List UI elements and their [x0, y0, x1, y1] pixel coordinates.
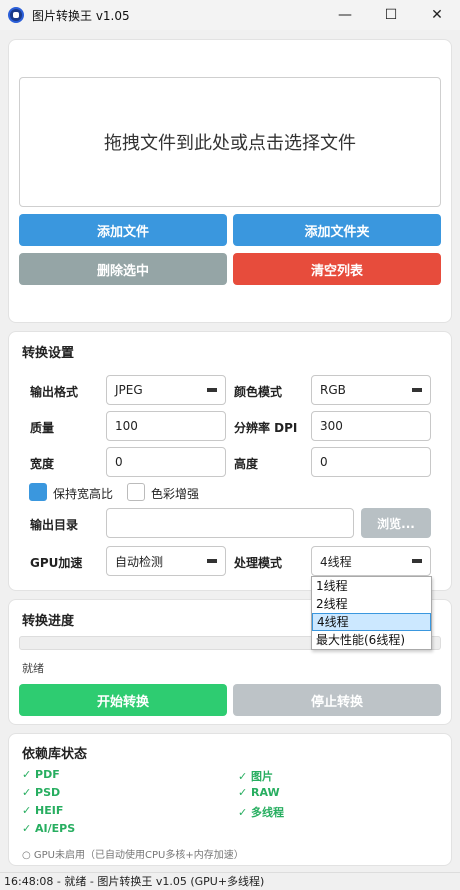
status-bar: 16:48:08 - 就绪 - 图片转换王 v1.05 (GPU+多线程)	[0, 872, 460, 890]
progress-status: 就绪	[22, 662, 44, 675]
height-value: 0	[320, 455, 328, 469]
stop-convert-button[interactable]: 停止转换	[233, 684, 441, 716]
mode-option[interactable]: 最大性能(6线程)	[312, 631, 431, 649]
output-format-value: JPEG	[115, 383, 143, 397]
deps-title: 依赖库状态	[22, 747, 88, 762]
output-dir-label: 输出目录	[30, 518, 79, 532]
title-bar: 图片转换王 v1.05 — ☐ ✕	[0, 0, 460, 30]
progress-title: 转换进度	[22, 614, 75, 629]
settings-title: 转换设置	[22, 346, 75, 361]
browse-button[interactable]: 浏览...	[361, 508, 431, 538]
height-label: 高度	[234, 457, 259, 471]
delete-selected-button[interactable]: 删除选中	[19, 253, 227, 285]
color-mode-value: RGB	[320, 383, 346, 397]
width-label: 宽度	[30, 457, 55, 471]
output-format-select[interactable]: JPEG	[106, 375, 226, 405]
mode-option[interactable]: 2线程	[312, 595, 431, 613]
dpi-label: 分辨率 DPI	[234, 421, 298, 435]
mode-option[interactable]: 1线程	[312, 577, 431, 595]
output-dir-input[interactable]	[106, 508, 354, 538]
gpu-value: 自动检测	[115, 554, 164, 569]
minimize-icon[interactable]: —	[322, 0, 368, 30]
app-logo-icon	[8, 7, 24, 23]
start-convert-button[interactable]: 开始转换	[19, 684, 227, 716]
quality-label: 质量	[30, 421, 55, 435]
dropdown-arrow-icon	[412, 559, 422, 563]
gpu-select[interactable]: 自动检测	[106, 546, 226, 576]
dep-status-item: ✓ 图片	[238, 770, 274, 783]
width-input[interactable]: 0	[106, 447, 226, 477]
mode-label: 处理模式	[234, 556, 283, 570]
gpu-note: ○ GPU未启用（已自动使用CPU多核+内存加速）	[22, 850, 244, 861]
keep-ratio-label: 保持宽高比	[53, 487, 114, 501]
add-file-button[interactable]: 添加文件	[19, 214, 227, 246]
height-input[interactable]: 0	[311, 447, 431, 477]
file-dropzone[interactable]: 拖拽文件到此处或点击选择文件	[19, 77, 441, 207]
maximize-icon[interactable]: ☐	[368, 0, 414, 30]
dpi-input[interactable]: 300	[311, 411, 431, 441]
mode-select[interactable]: 4线程	[311, 546, 431, 576]
dpi-value: 300	[320, 419, 343, 433]
gpu-label: GPU加速	[30, 556, 83, 570]
dropdown-arrow-icon	[207, 388, 217, 392]
dep-status-item: ✓ PSD	[22, 786, 61, 799]
color-mode-label: 颜色模式	[234, 385, 283, 399]
dropdown-arrow-icon	[207, 559, 217, 563]
width-value: 0	[115, 455, 123, 469]
dep-status-item: ✓ 多线程	[238, 806, 285, 819]
quality-value: 100	[115, 419, 138, 433]
close-icon[interactable]: ✕	[414, 0, 460, 30]
clear-list-button[interactable]: 清空列表	[233, 253, 441, 285]
dep-status-item: ✓ PDF	[22, 768, 60, 781]
window-controls: — ☐ ✕	[322, 0, 460, 30]
dep-status-item: ✓ AI/EPS	[22, 822, 76, 835]
dep-status-item: ✓ RAW	[238, 786, 280, 799]
mode-dropdown-list: 1线程 2线程 4线程 最大性能(6线程)	[311, 576, 432, 650]
output-format-label: 输出格式	[30, 385, 79, 399]
window-title: 图片转换王 v1.05	[32, 8, 130, 23]
color-enhance-label: 色彩增强	[151, 487, 200, 501]
dropdown-arrow-icon	[412, 388, 422, 392]
mode-value: 4线程	[320, 554, 352, 569]
dep-status-item: ✓ HEIF	[22, 804, 64, 817]
color-mode-select[interactable]: RGB	[311, 375, 431, 405]
keep-ratio-checkbox[interactable]	[29, 483, 47, 501]
add-folder-button[interactable]: 添加文件夹	[233, 214, 441, 246]
color-enhance-checkbox[interactable]	[127, 483, 145, 501]
mode-option-selected[interactable]: 4线程	[312, 613, 431, 631]
quality-input[interactable]: 100	[106, 411, 226, 441]
